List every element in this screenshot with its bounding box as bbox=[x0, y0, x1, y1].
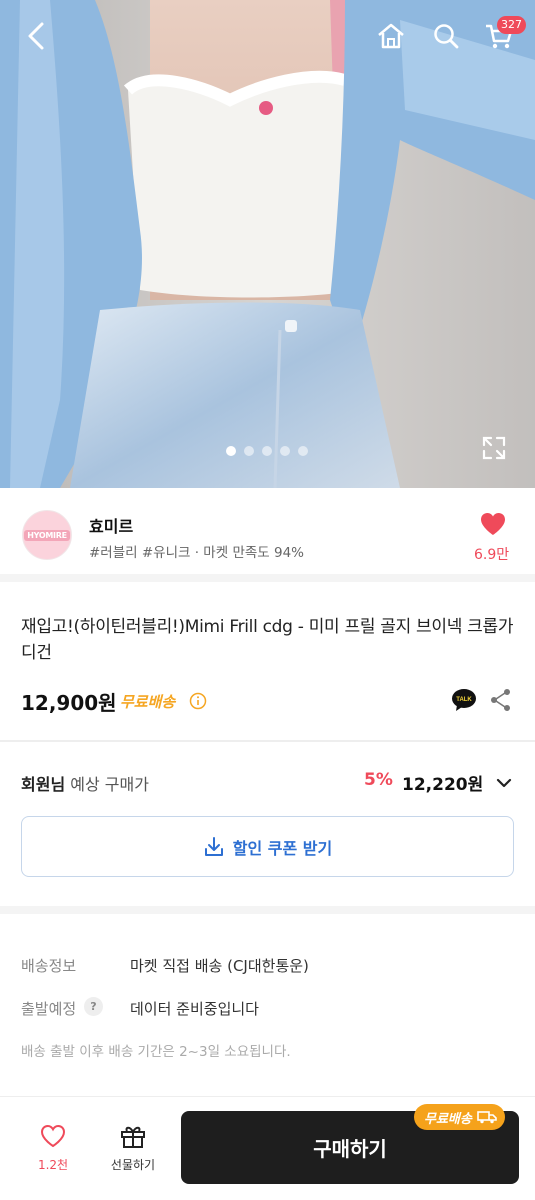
member-discount-percent: 5% bbox=[364, 770, 393, 790]
divider bbox=[0, 740, 535, 742]
info-icon bbox=[189, 692, 207, 710]
search-icon bbox=[434, 24, 459, 49]
kakao-talk-icon: TALK bbox=[452, 689, 476, 711]
member-price-label: 회원님 예상 구매가 bbox=[21, 775, 149, 794]
home-button[interactable] bbox=[369, 14, 413, 58]
seller-like-button[interactable] bbox=[480, 512, 506, 540]
gift-icon bbox=[121, 1126, 145, 1148]
share-button[interactable] bbox=[489, 688, 513, 716]
seller-avatar-text: HYOMIRE bbox=[24, 529, 70, 541]
product-title: 재입고!(하이틴러블리!)Mimi Frill cdg - 미미 프릴 골지 브… bbox=[21, 617, 514, 663]
product-photo bbox=[0, 0, 535, 488]
departure-label: 출발예정 bbox=[21, 1000, 77, 1018]
product-like-count: 1.2천 bbox=[37, 1158, 69, 1172]
product-image-gallery[interactable]: 327 bbox=[0, 0, 535, 488]
buy-button-label: 구매하기 bbox=[313, 1137, 387, 1161]
gallery-dot[interactable] bbox=[244, 446, 254, 456]
expand-image-button[interactable] bbox=[480, 434, 508, 462]
seller-avatar[interactable]: HYOMIRE bbox=[22, 510, 72, 560]
gift-button-label: 선물하기 bbox=[110, 1158, 156, 1172]
svg-text:TALK: TALK bbox=[456, 697, 472, 703]
member-price-toggle[interactable] bbox=[496, 774, 512, 793]
search-button[interactable] bbox=[424, 14, 468, 58]
free-shipping-label: 무료배송 bbox=[120, 693, 176, 711]
chevron-down-icon bbox=[496, 778, 512, 788]
free-shipping-tag: 무료배송 bbox=[414, 1104, 505, 1130]
departure-value: 데이터 준비중입니다 bbox=[130, 1000, 259, 1018]
heart-outline-icon bbox=[40, 1124, 66, 1148]
cart-count-badge: 327 bbox=[497, 16, 526, 34]
free-shipping-tag-label: 무료배송 bbox=[424, 1111, 472, 1127]
share-icon bbox=[491, 689, 510, 711]
question-icon[interactable]: ? bbox=[84, 997, 103, 1016]
product-price: 12,900원 bbox=[21, 691, 117, 715]
truck-icon bbox=[477, 1111, 497, 1124]
gallery-dot-active[interactable] bbox=[226, 446, 236, 456]
seller-section[interactable]: HYOMIRE 효미르 #러블리 #유니크 · 마켓 만족도 94% bbox=[0, 488, 535, 582]
seller-name[interactable]: 효미르 bbox=[89, 513, 133, 537]
gallery-dot[interactable] bbox=[280, 446, 290, 456]
heart-filled-icon bbox=[481, 513, 505, 535]
gift-button[interactable]: 선물하기 bbox=[104, 1124, 162, 1173]
section-divider bbox=[0, 906, 535, 914]
member-discount-price: 12,220원 bbox=[402, 775, 484, 795]
gallery-dot[interactable] bbox=[262, 446, 272, 456]
download-icon bbox=[204, 836, 223, 856]
back-button[interactable] bbox=[14, 14, 58, 58]
chevron-left-icon bbox=[28, 22, 44, 50]
seller-tags: #러블리 #유니크 · 마켓 만족도 94% bbox=[89, 545, 304, 561]
gallery-dot[interactable] bbox=[298, 446, 308, 456]
coupon-download-button[interactable]: 할인 쿠폰 받기 bbox=[21, 816, 514, 877]
shipping-info-value: 마켓 직접 배송 (CJ대한통운) bbox=[130, 957, 309, 975]
product-like-button[interactable]: 1.2천 bbox=[28, 1124, 78, 1173]
free-shipping-info-button[interactable] bbox=[189, 692, 207, 714]
seller-like-count: 6.9만 bbox=[474, 547, 510, 563]
shipping-note: 배송 출발 이후 배송 기간은 2~3일 소요됩니다. bbox=[21, 1044, 291, 1060]
kakao-talk-share-button[interactable]: TALK bbox=[451, 688, 477, 716]
shipping-info-label: 배송정보 bbox=[21, 957, 77, 975]
coupon-button-label: 할인 쿠폰 받기 bbox=[232, 838, 333, 858]
expand-icon bbox=[482, 436, 506, 460]
home-icon bbox=[378, 23, 404, 49]
gallery-pagination bbox=[226, 446, 308, 456]
